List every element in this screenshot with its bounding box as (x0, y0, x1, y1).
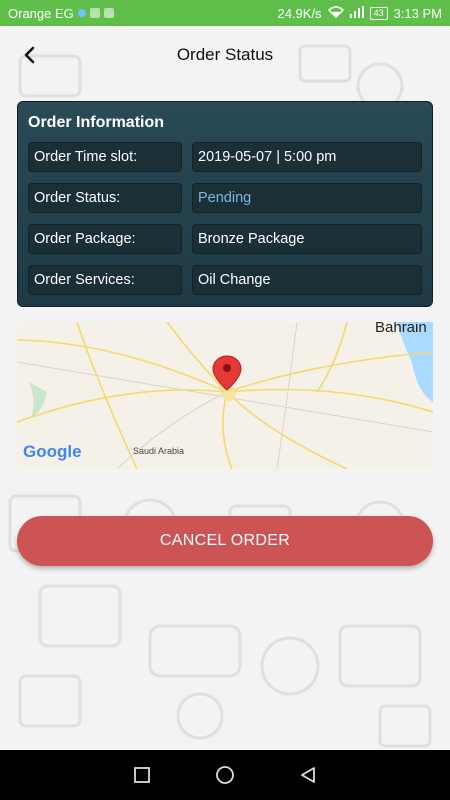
order-package-label: Order Package: (28, 224, 182, 254)
notification-icon-2 (103, 8, 114, 18)
back-arrow-icon (24, 46, 35, 64)
clock: 3:13 PM (393, 5, 442, 21)
order-services-row: Order Services: Oil Change (28, 265, 422, 295)
wifi-icon (327, 5, 344, 21)
navigation-bar (0, 750, 450, 800)
order-package-row: Order Package: Bronze Package (28, 224, 422, 254)
order-status-label: Order Status: (28, 183, 182, 213)
status-bar: Orange EG 24.9K/s 43 3:13 PM (0, 0, 450, 26)
order-status-value: Pending (192, 183, 422, 213)
recents-icon (133, 767, 150, 783)
order-status-row: Order Status: Pending (28, 183, 422, 213)
map-label-bahrain: Bahrain (375, 322, 427, 336)
cancel-order-button[interactable]: CANCEL ORDER (17, 516, 433, 566)
map-label-country: Saudi Arabia (133, 446, 184, 456)
order-time-row: Order Time slot: 2019-05-07 | 5:00 pm (28, 142, 422, 172)
page-title: Order Status (176, 45, 274, 64)
app-header: Order Status (0, 26, 450, 84)
map-canvas[interactable]: Bahrain Saudi Arabia Google (17, 322, 433, 469)
carrier-label: Orange EG (8, 5, 74, 21)
notification-icon (89, 8, 100, 18)
app-content: Order Status Order Information Order Tim… (0, 26, 450, 750)
network-speed: 24.9K/s (277, 5, 322, 21)
order-time-label: Order Time slot: (28, 142, 182, 172)
back-button[interactable] (14, 39, 46, 71)
recents-button[interactable] (122, 755, 162, 795)
order-services-value: Oil Change (192, 265, 422, 295)
google-logo: Google (23, 442, 82, 461)
order-information-card: Order Information Order Time slot: 2019-… (17, 101, 433, 307)
order-package-value: Bronze Package (192, 224, 422, 254)
back-triangle-icon (301, 767, 316, 783)
signal-icon (349, 5, 364, 21)
order-information-title: Order Information (28, 114, 165, 131)
battery-icon: 43 (369, 6, 388, 20)
home-icon (216, 766, 234, 784)
location-map[interactable]: Bahrain Saudi Arabia Google (17, 322, 433, 469)
home-button[interactable] (205, 755, 245, 795)
order-time-value: 2019-05-07 | 5:00 pm (192, 142, 422, 172)
vpn-icon (77, 9, 86, 17)
back-nav-button[interactable] (288, 755, 328, 795)
order-services-label: Order Services: (28, 265, 182, 295)
